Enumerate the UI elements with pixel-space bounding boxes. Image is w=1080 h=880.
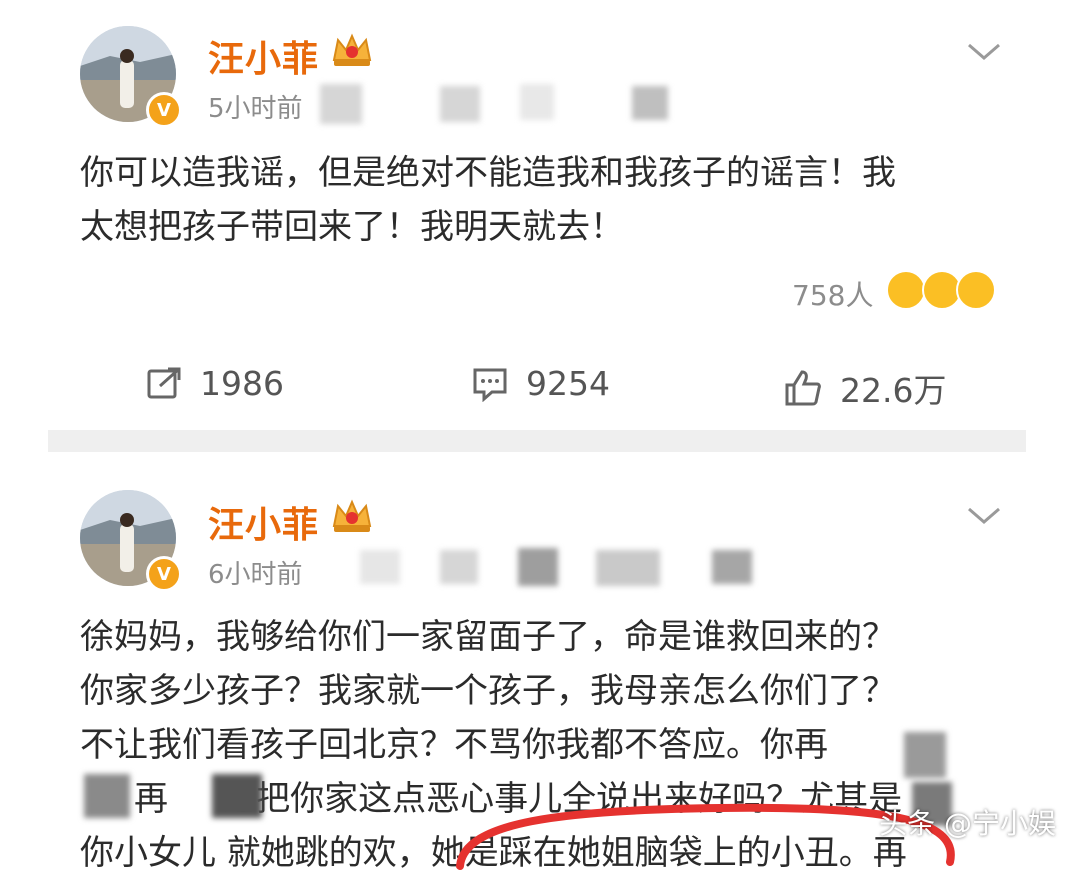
chevron-down-icon[interactable] [966,506,1002,526]
redacted-block [904,732,946,778]
post-content-line: 你可以造我谣，但是绝对不能造我和我孩子的谣言！我 [80,153,896,193]
post-content-line: 不让我们看孩子回北京？不骂你我都不答应。你再 [80,725,828,765]
surprised-emoji-icon[interactable] [886,270,926,310]
grin-emoji-icon[interactable] [956,270,996,310]
share-count: 1986 [200,364,284,403]
post-content-line: 徐妈妈，我够给你们一家留面子了，命是谁救回来的？ [80,617,896,657]
post-divider [48,430,1026,452]
redacted-block [84,774,130,818]
username[interactable]: 汪小菲 [208,30,319,82]
like-count: 22.6万 [840,371,947,410]
redacted-block [520,84,554,120]
chevron-down-icon[interactable] [966,42,1002,62]
thumbs-up-icon [785,370,821,406]
verified-badge-icon: V [146,92,182,128]
reaction-count: 758人 [792,279,874,312]
redacted-block [212,774,262,818]
comment-button[interactable]: 9254 [472,364,610,403]
redacted-block [360,550,400,584]
like-button[interactable]: 22.6万 [784,364,946,412]
post-content-line: 你家多少孩子？我家就一个孩子，我母亲怎么你们了？ [80,671,896,711]
share-icon [147,367,181,398]
verified-badge-icon: V [146,556,182,592]
post-time: 5小时前 [208,94,303,124]
weibo-post-1: V 汪小菲 5小时前 你可以造我谣，但是绝对不能造我和我孩子的谣言！我 太想把孩… [0,0,1080,430]
redacted-block [596,550,660,586]
redacted-block [320,84,362,124]
redacted-block [518,548,558,586]
watermark: 头条 @宁小娱 [879,807,1056,840]
crown-icon [332,33,372,66]
comment-count: 9254 [526,364,610,403]
redacted-block [440,550,478,584]
post-time: 6小时前 [208,560,303,590]
post-content-line: 太想把孩子带回来了！我明天就去！ [80,207,624,247]
redacted-block [632,86,668,120]
weibo-post-2: V 汪小菲 6小时前 徐妈妈，我够给你们一家留面子了，命是谁救回来的？ 你家多少… [0,452,1080,873]
redacted-block [440,86,480,122]
comment-icon [473,368,507,402]
share-button[interactable]: 1986 [146,364,284,403]
username[interactable]: 汪小菲 [208,496,319,548]
crown-icon [332,499,372,532]
redacted-block [712,550,752,584]
